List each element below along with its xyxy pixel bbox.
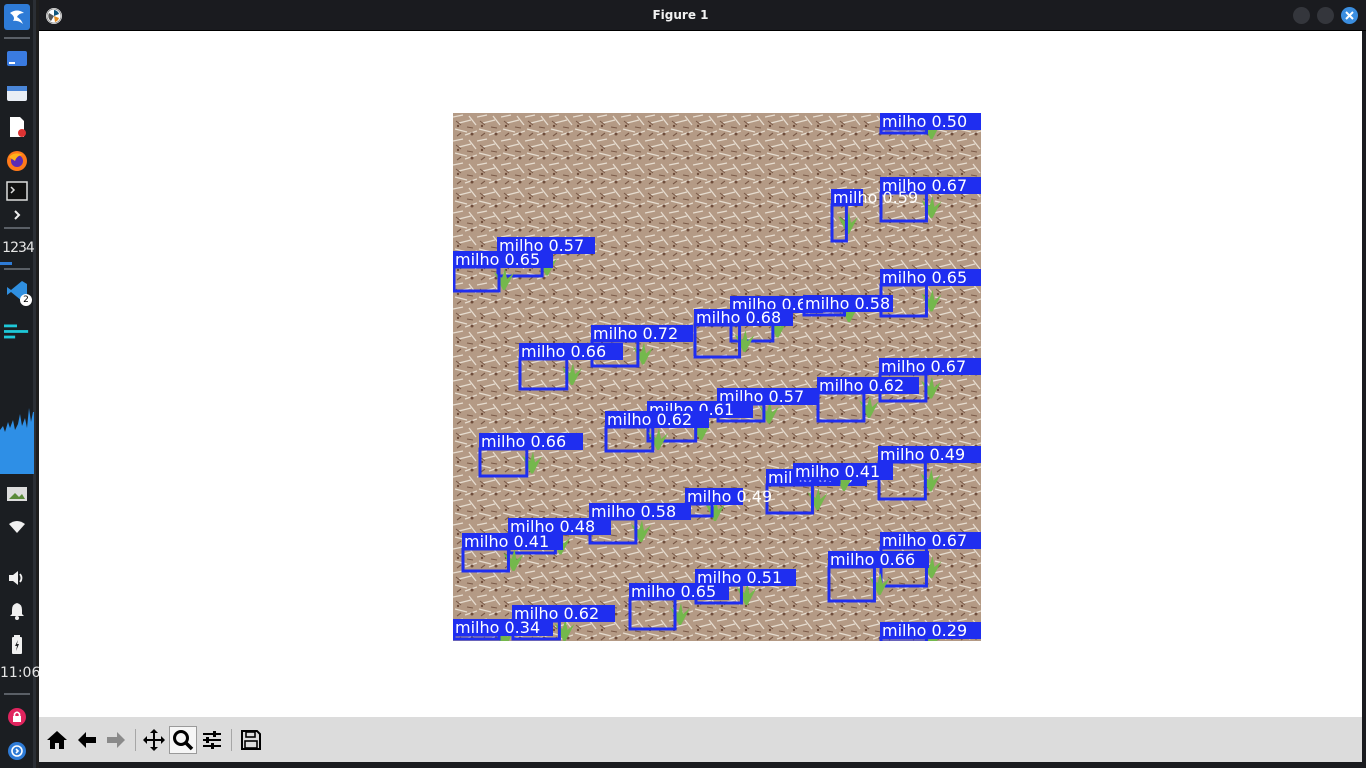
notifications-bell-icon[interactable] [4, 598, 30, 624]
cpu-graph [0, 400, 34, 474]
chevron-right-icon[interactable] [4, 202, 30, 228]
zoom-button[interactable] [169, 726, 197, 754]
detection-label: milho 0.66 [830, 550, 915, 569]
save-button[interactable] [237, 726, 265, 754]
forward-button[interactable] [102, 726, 130, 754]
navigation-toolbar [39, 717, 1362, 762]
figure-canvas[interactable]: milho 0.50 milho 0.67 milho 0.59 milho 0.57… [39, 31, 1362, 717]
sliders-icon [203, 731, 221, 749]
detection-box: milho 0.29 [879, 621, 981, 641]
image-viewer-icon[interactable] [4, 481, 30, 507]
clock[interactable]: 11:06 [0, 665, 40, 681]
arrow-left-icon [78, 732, 96, 748]
detection-label: milho 0.67 [881, 357, 966, 376]
detection-label: milho 0.65 [631, 582, 716, 601]
configure-subplots-button[interactable] [198, 726, 226, 754]
detection-label: milho 0.41 [795, 462, 880, 481]
desktop-icon[interactable] [4, 46, 30, 72]
window-title: Figure 1 [652, 8, 709, 22]
firefox-icon[interactable] [4, 148, 30, 174]
detection-label: milho 0.59 [833, 188, 918, 207]
vscode-badge: 2 [20, 294, 32, 306]
detection-label: milho 0.66 [521, 342, 606, 361]
detection-label: milho 0.49 [880, 445, 965, 464]
detection-label: milho 0.62 [607, 410, 692, 429]
battery-icon [4, 632, 30, 658]
workspace-switcher[interactable]: 1234 [0, 240, 36, 256]
detection-label: milho 0.66 [481, 432, 566, 451]
back-button[interactable] [73, 726, 101, 754]
detection-label: milho 0.65 [882, 268, 967, 287]
maximize-button[interactable] [1317, 7, 1334, 24]
file-manager-icon[interactable] [4, 80, 30, 106]
detection-label: milho 0.67 [882, 531, 967, 550]
detection-image-svg: milho 0.50milho 0.67milho 0.59milho 0.57… [453, 113, 981, 641]
detection-label: milho 0.41 [464, 532, 549, 551]
kali-menu-icon[interactable] [4, 4, 30, 30]
move-arrows-icon [143, 729, 165, 751]
detection-label: milho 0.72 [593, 324, 678, 343]
detection-label: milho 0.68 [696, 308, 781, 327]
task-bars-icon[interactable] [4, 318, 30, 344]
close-button[interactable] [1341, 7, 1358, 24]
detection-label: milho 0.62 [819, 376, 904, 395]
minimize-button[interactable] [1293, 7, 1310, 24]
home-icon [47, 731, 67, 749]
arrow-right-icon [107, 732, 125, 748]
terminal-icon[interactable] [4, 178, 30, 204]
volume-icon[interactable] [4, 565, 30, 591]
title-bar[interactable]: Figure 1 [39, 0, 1366, 31]
wifi-icon[interactable] [4, 514, 30, 540]
detection-label: milho 0.58 [805, 294, 890, 313]
detection-label: milho 0.50 [882, 113, 967, 131]
lock-screen-icon[interactable] [4, 704, 30, 730]
figure-window: Figure 1 milho 0.50 milho 0.67 milho 0.5… [39, 0, 1366, 768]
floppy-disk-icon [241, 730, 261, 750]
desktop-panel: 1234 2 11:06 [0, 0, 40, 768]
detection-label: milho 0.34 [455, 618, 540, 637]
magnifier-icon [173, 730, 194, 751]
detection-label: milho 0.49 [687, 487, 772, 506]
logout-icon[interactable] [4, 738, 30, 764]
detection-label: milho 0.29 [882, 621, 967, 640]
detection-image[interactable]: milho 0.50 milho 0.67 milho 0.59 milho 0.57… [453, 113, 981, 641]
home-button[interactable] [43, 726, 71, 754]
text-editor-icon[interactable] [4, 114, 30, 140]
pan-button[interactable] [140, 726, 168, 754]
detection-label: milho 0.65 [455, 250, 540, 269]
